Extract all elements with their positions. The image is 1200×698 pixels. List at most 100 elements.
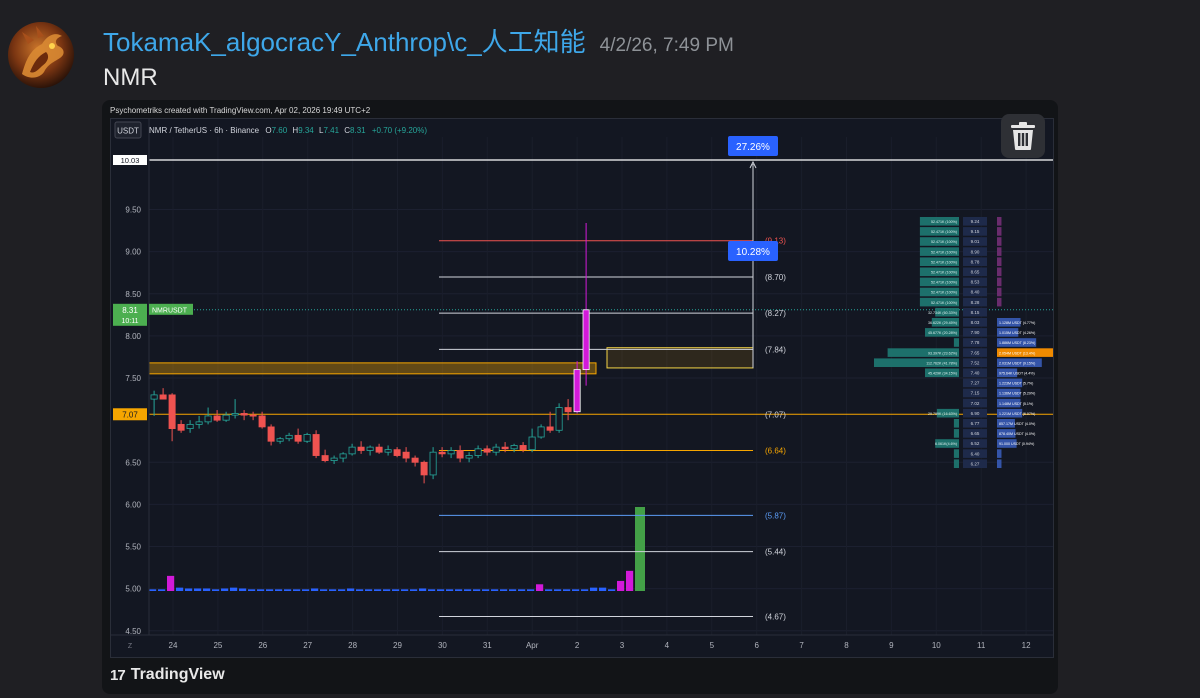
bid-depth-label: 1.128M USDT (4.77%): [999, 321, 1035, 325]
candle-body: [321, 455, 329, 462]
volume-bar: [509, 589, 517, 591]
time-tick: 4: [665, 641, 670, 650]
candle-body: [510, 445, 518, 450]
candle-body: [195, 421, 203, 425]
price-axis: [111, 119, 149, 657]
time-tick: 5: [710, 641, 715, 650]
candle-body: [573, 369, 581, 413]
bid-depth-bar: [997, 257, 1002, 266]
book-price-label: 8.90: [971, 249, 980, 254]
volume-bar: [536, 584, 544, 591]
book-price-label: 7.78: [971, 340, 980, 345]
bid-depth-label: 2.031M USDT (9.15%): [999, 361, 1035, 365]
dragon-avatar-icon: [22, 26, 64, 78]
level-label: (7.84): [765, 345, 786, 354]
time-tick: 24: [169, 641, 178, 650]
percent-badge: 10.28%: [736, 247, 770, 258]
price-tick: 5.00: [125, 585, 141, 594]
volume-bar: [401, 589, 409, 591]
candle-body: [267, 426, 275, 442]
bid-depth-bar: [997, 227, 1002, 236]
candle-body: [456, 450, 464, 459]
level-label: (6.64): [765, 446, 786, 455]
book-price-label: 9.01: [971, 239, 980, 244]
price-tick: 9.50: [125, 206, 141, 215]
close-value: 8.31: [350, 126, 366, 135]
axis-mode-button: Z: [128, 643, 133, 650]
volume-bar: [383, 589, 391, 591]
volume-bar: [347, 588, 355, 591]
book-price-label: 8.40: [971, 290, 980, 295]
symbol-name: NMR / TetherUS · 6h · Binance: [149, 126, 260, 135]
candle-body: [213, 415, 221, 421]
volume-bar: [221, 588, 229, 591]
tradingview-brand[interactable]: 17 TradingView: [110, 662, 225, 688]
ask-depth-bar: [953, 419, 959, 428]
candle-body: [564, 407, 572, 413]
countdown-label: 10:11: [122, 318, 139, 325]
chart-image-embed[interactable]: Psychometriks created with TradingView.c…: [102, 100, 1058, 694]
book-price-label: 8.78: [971, 259, 980, 264]
volume-bar: [608, 589, 616, 591]
ask-depth-label: 52.471K (100%): [931, 271, 957, 275]
time-tick: 2: [575, 641, 580, 650]
bid-depth-label: 1.015M USDT (4.26%): [999, 331, 1035, 335]
volume-bar: [437, 589, 445, 591]
bid-depth-label: 1.223M USDT (5.7%): [999, 382, 1033, 386]
volume-bar: [482, 589, 490, 591]
bid-depth-bar: [997, 247, 1002, 256]
book-price-label: 7.52: [971, 360, 980, 365]
book-price-label: 9.24: [971, 219, 980, 224]
ask-depth-bar: [953, 429, 959, 438]
bid-depth-bar: [997, 237, 1002, 246]
tradingview-logo-icon: 17: [110, 666, 126, 684]
volume-bar: [239, 588, 247, 591]
currency-button-label[interactable]: USDT: [117, 127, 139, 136]
candle-body: [438, 451, 446, 455]
time-tick: 27: [303, 641, 312, 650]
low-value: 7.41: [323, 126, 339, 135]
book-price-label: 8.65: [971, 270, 980, 275]
bid-depth-label: 1.221M USDT (6.07%): [999, 412, 1035, 416]
price-tick: 4.50: [125, 627, 141, 636]
volume-bar: [599, 587, 607, 591]
ask-depth-label: 52.471K (100%): [931, 220, 957, 224]
bid-depth-bar: [997, 277, 1002, 287]
delete-button[interactable]: [1001, 114, 1045, 158]
ask-depth-label: 52.471K (100%): [931, 230, 957, 234]
bid-depth-label: 975.64K USDT (4.4%): [999, 372, 1035, 376]
percent-badge: 27.26%: [736, 142, 770, 153]
candle-body: [258, 415, 266, 428]
candle-body: [222, 414, 230, 421]
candle-body: [312, 434, 320, 456]
time-tick: 31: [483, 641, 492, 650]
ask-depth-label: 36.622K (29.45%): [928, 321, 957, 325]
volume-bar: [419, 588, 427, 591]
volume-bar: [329, 589, 337, 591]
bid-depth-label: 1.886M USDT (8.23%): [999, 341, 1035, 345]
volume-bar: [374, 589, 382, 591]
price-tick: 5.50: [125, 543, 141, 552]
level-label: (5.87): [765, 511, 786, 520]
level-label: (5.44): [765, 548, 786, 557]
orange-price-label: 7.07: [122, 410, 138, 419]
candle-body: [249, 414, 257, 417]
bid-depth-label: 878.40M USDT (4.0%): [999, 432, 1035, 436]
bid-depth-bar: [997, 449, 1002, 458]
volume-bar: [248, 589, 256, 591]
volume-bar: [518, 589, 526, 591]
bid-depth-bar: [997, 267, 1002, 277]
bid-depth-label: 1.136M USDT (5.29%): [999, 392, 1035, 396]
candle-body: [339, 453, 347, 459]
time-tick: 30: [438, 641, 447, 650]
message-author[interactable]: TokamaK_algocracY_Anthrop\c_人工知能: [103, 22, 586, 59]
volume-bar: [464, 589, 472, 591]
time-tick: 10: [932, 641, 941, 650]
book-price-label: 6.65: [971, 431, 980, 436]
user-avatar[interactable]: [8, 22, 74, 88]
bid-depth-label: 2.054M USDT (13.4%): [999, 351, 1035, 355]
ask-depth-bar: [953, 338, 959, 347]
candle-body: [474, 448, 482, 456]
volume-bar: [500, 589, 508, 591]
time-tick: 7: [799, 641, 804, 650]
